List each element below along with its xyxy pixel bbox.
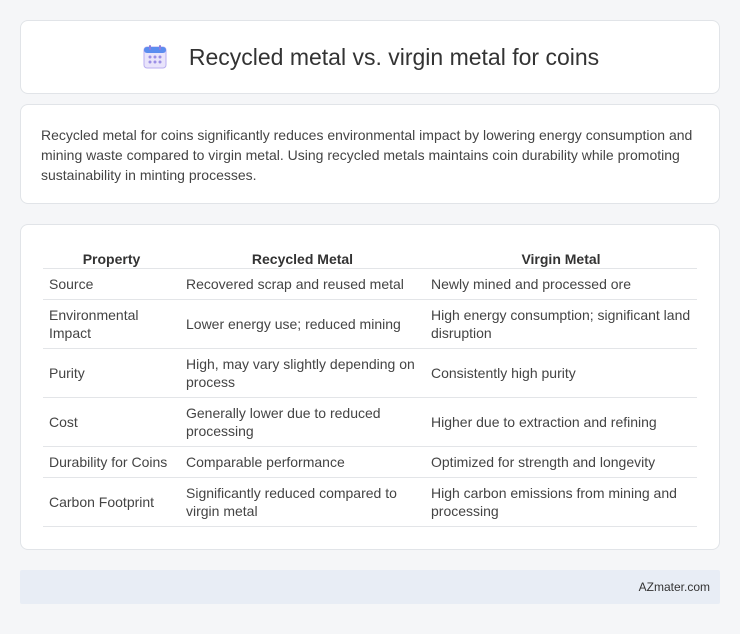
table-row: Source Recovered scrap and reused metal … bbox=[43, 268, 697, 300]
table-card: Property Recycled Metal Virgin Metal Sou… bbox=[20, 224, 720, 550]
calendar-icon bbox=[143, 45, 167, 69]
column-header: Recycled Metal bbox=[180, 245, 425, 269]
table-cell: High, may vary slightly depending on pro… bbox=[180, 348, 425, 398]
table-row: Durability for Coins Comparable performa… bbox=[43, 446, 697, 478]
table-cell: Durability for Coins bbox=[43, 446, 180, 478]
table-row: Environmental Impact Lower energy use; r… bbox=[43, 299, 697, 349]
column-header: Property bbox=[43, 245, 180, 269]
table-cell: Consistently high purity bbox=[425, 348, 697, 398]
table-cell: Cost bbox=[43, 397, 180, 447]
title-card: Recycled metal vs. virgin metal for coin… bbox=[20, 20, 720, 94]
table-cell: Higher due to extraction and refining bbox=[425, 397, 697, 447]
table-cell: Optimized for strength and longevity bbox=[425, 446, 697, 478]
table-cell: Recovered scrap and reused metal bbox=[180, 268, 425, 300]
table-cell: Carbon Footprint bbox=[43, 477, 180, 527]
table-header-row: Property Recycled Metal Virgin Metal bbox=[43, 245, 697, 269]
table-row: Cost Generally lower due to reduced proc… bbox=[43, 397, 697, 447]
table-row: Carbon Footprint Significantly reduced c… bbox=[43, 477, 697, 527]
page-title: Recycled metal vs. virgin metal for coin… bbox=[188, 43, 600, 70]
table-cell: Lower energy use; reduced mining bbox=[180, 299, 425, 349]
table-cell: Purity bbox=[43, 348, 180, 398]
table-cell: High carbon emissions from mining and pr… bbox=[425, 477, 697, 527]
table-cell: Significantly reduced compared to virgin… bbox=[180, 477, 425, 527]
intro-card: Recycled metal for coins significantly r… bbox=[20, 104, 720, 204]
table-cell: Newly mined and processed ore bbox=[425, 268, 697, 300]
column-header: Virgin Metal bbox=[425, 245, 697, 269]
table-row: Purity High, may vary slightly depending… bbox=[43, 348, 697, 398]
footer: AZmater.com bbox=[20, 570, 720, 604]
intro-text: Recycled metal for coins significantly r… bbox=[41, 127, 693, 183]
comparison-table: Property Recycled Metal Virgin Metal Sou… bbox=[43, 245, 697, 527]
footer-credit: AZmater.com bbox=[638, 580, 710, 594]
table-cell: High energy consumption; significant lan… bbox=[425, 299, 697, 349]
table-cell: Comparable performance bbox=[180, 446, 425, 478]
table-cell: Generally lower due to reduced processin… bbox=[180, 397, 425, 447]
table-cell: Environmental Impact bbox=[43, 299, 180, 349]
table-cell: Source bbox=[43, 268, 180, 300]
